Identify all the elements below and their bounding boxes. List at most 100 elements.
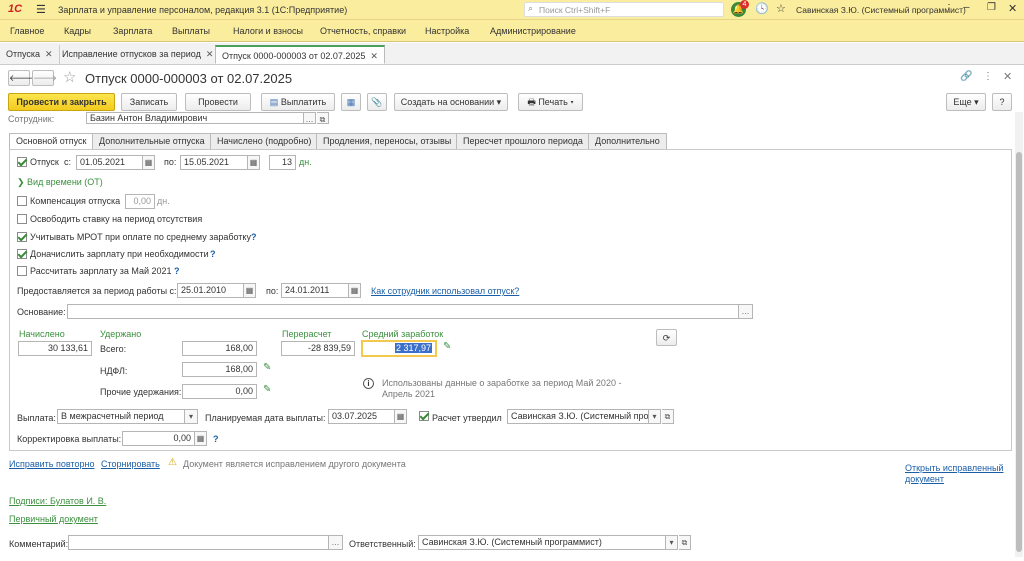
post-and-close-button[interactable]: Провести и закрыть <box>8 93 115 111</box>
edit-pencil-icon[interactable]: ✎ <box>443 341 451 352</box>
correction-help-icon[interactable]: ? <box>213 434 219 444</box>
accrue-checkbox[interactable] <box>17 249 27 259</box>
print-button[interactable]: 🖶 Печать ▾ <box>518 93 583 111</box>
close-tab-icon[interactable]: ✕ <box>370 51 378 61</box>
chevron-down-icon[interactable]: ▾ <box>185 409 198 424</box>
vacation-days-field[interactable]: 13 <box>269 155 296 170</box>
time-kind-expander[interactable]: ❯ Вид времени (ОТ) <box>17 177 103 188</box>
employee-open-icon[interactable]: ⧉ <box>317 112 329 124</box>
mrot-help-icon[interactable]: ? <box>251 232 257 242</box>
current-user[interactable]: Савинская З.Ю. (Системный программист) <box>796 5 966 15</box>
other-withholdings-value[interactable]: 0,00 <box>182 384 257 399</box>
calendar-icon[interactable]: ▦ <box>248 155 260 170</box>
pay-button[interactable]: ▤ Выплатить <box>261 93 335 111</box>
close-tab-icon[interactable]: ✕ <box>206 49 214 59</box>
main-menu-icon[interactable]: ☰ <box>36 3 46 16</box>
chevron-down-icon[interactable]: ▾ <box>649 409 661 424</box>
calendar-icon[interactable]: ▦ <box>395 409 407 424</box>
edit-pencil-icon[interactable]: ✎ <box>263 384 271 395</box>
vertical-scrollbar[interactable] <box>1015 112 1023 557</box>
minimize-icon[interactable]: – <box>964 2 970 13</box>
calendar-icon[interactable]: ▦ <box>143 155 155 170</box>
open-fixed-document-link[interactable]: Открыть исправленный документ <box>905 463 1004 485</box>
signatures-link[interactable]: Подписи: Булатов И. В. <box>9 496 106 506</box>
planned-date-field[interactable]: 03.07.2025 <box>328 409 395 424</box>
free-rate-checkbox[interactable] <box>17 214 27 224</box>
basis-field[interactable] <box>67 304 739 319</box>
average-earnings-value[interactable]: 2 317,97 <box>361 340 437 357</box>
accrue-help-icon[interactable]: ? <box>210 249 216 259</box>
tab-extensions[interactable]: Продления, переносы, отзывы <box>316 133 459 149</box>
calc-salary-help-icon[interactable]: ? <box>174 266 180 276</box>
help-button[interactable]: ? <box>992 93 1012 111</box>
journal-button[interactable]: ▦ <box>341 93 361 111</box>
employee-field[interactable]: Базин Антон Владимирович <box>86 112 304 124</box>
close-window-icon[interactable]: ✕ <box>1008 2 1017 15</box>
reverse-link[interactable]: Сторнировать <box>101 459 160 469</box>
menu-main[interactable]: Главное <box>10 26 44 36</box>
employee-select-icon[interactable]: … <box>304 112 316 124</box>
payment-correction-field[interactable]: 0,00 <box>122 431 195 446</box>
compensation-days-field[interactable]: 0,00 <box>125 194 155 209</box>
primary-document-link[interactable]: Первичный документ <box>9 514 98 524</box>
window-menu-icon[interactable]: ⋮ <box>944 3 954 14</box>
calendar-icon[interactable]: ▦ <box>244 283 256 298</box>
tab-accrued-detailed[interactable]: Начислено (подробно) <box>210 133 319 149</box>
menu-admin[interactable]: Администрирование <box>490 26 576 36</box>
tab-recalc-previous[interactable]: Пересчет прошлого периода <box>456 133 590 149</box>
vacation-to-date[interactable]: 15.05.2021 <box>180 155 248 170</box>
vacation-from-date[interactable]: 01.05.2021 <box>76 155 143 170</box>
tab-additional[interactable]: Дополнительно <box>588 133 667 149</box>
calc-approved-checkbox[interactable] <box>419 411 429 421</box>
scrollbar-thumb[interactable] <box>1016 152 1022 552</box>
menu-hr[interactable]: Кадры <box>64 26 91 36</box>
more-options-icon[interactable]: ⋮ <box>983 71 993 82</box>
work-period-from[interactable]: 25.01.2010 <box>177 283 244 298</box>
vacation-usage-link[interactable]: Как сотрудник использовал отпуск? <box>371 286 519 296</box>
favorite-star-icon[interactable]: ☆ <box>63 68 76 86</box>
work-period-to[interactable]: 24.01.2011 <box>281 283 349 298</box>
menu-salary[interactable]: Зарплата <box>113 26 152 36</box>
open-icon[interactable]: ⧉ <box>662 409 674 424</box>
tab-vacations[interactable]: Отпуска ✕ <box>0 45 60 64</box>
chevron-down-icon[interactable]: ▾ <box>666 535 678 550</box>
forward-button[interactable]: 🡒 <box>32 70 57 86</box>
save-button[interactable]: Записать <box>121 93 177 111</box>
edit-pencil-icon[interactable]: ✎ <box>263 362 271 373</box>
open-icon[interactable]: ⧉ <box>679 535 691 550</box>
comment-field[interactable] <box>68 535 329 550</box>
responsible-select[interactable]: Савинская З.Ю. (Системный программист) <box>418 535 666 550</box>
comment-expand-icon[interactable]: … <box>329 535 343 550</box>
close-form-icon[interactable]: ✕ <box>1003 70 1012 83</box>
attach-button[interactable]: 📎 <box>367 93 387 111</box>
ndfl-value[interactable]: 168,00 <box>182 362 257 377</box>
calculator-icon[interactable]: ▦ <box>195 431 207 446</box>
close-tab-icon[interactable]: ✕ <box>45 49 53 59</box>
approved-by-select[interactable]: Савинская З.Ю. (Системный прог <box>507 409 649 424</box>
refresh-button[interactable]: ⟳ <box>656 329 677 346</box>
tab-main-vacation[interactable]: Основной отпуск <box>9 133 94 150</box>
post-button[interactable]: Провести <box>185 93 251 111</box>
calendar-icon[interactable]: ▦ <box>349 283 361 298</box>
basis-select-icon[interactable]: … <box>739 304 753 319</box>
compensation-checkbox[interactable] <box>17 196 27 206</box>
back-button[interactable]: 🡐 <box>8 70 33 86</box>
link-icon[interactable]: 🔗 <box>960 71 972 82</box>
history-icon[interactable]: 🕓 <box>755 2 769 15</box>
calc-salary-checkbox[interactable] <box>17 266 27 276</box>
menu-reports[interactable]: Отчетность, справки <box>320 26 406 36</box>
payment-type-select[interactable]: В межрасчетный период <box>57 409 185 424</box>
menu-taxes[interactable]: Налоги и взносы <box>233 26 303 36</box>
create-based-button[interactable]: Создать на основании ▾ <box>394 93 508 111</box>
menu-settings[interactable]: Настройка <box>425 26 469 36</box>
mrot-checkbox[interactable] <box>17 232 27 242</box>
tab-vacation-corrections[interactable]: Исправление отпусков за период ✕ <box>56 45 221 64</box>
global-search[interactable]: ⌕ Поиск Ctrl+Shift+F <box>524 2 724 17</box>
tab-additional-vacations[interactable]: Дополнительные отпуска <box>92 133 212 149</box>
more-button[interactable]: Еще ▾ <box>946 93 986 111</box>
favorites-icon[interactable]: ☆ <box>776 2 786 15</box>
menu-payments[interactable]: Выплаты <box>172 26 210 36</box>
tab-current-document[interactable]: Отпуск 0000-000003 от 02.07.2025 ✕ <box>215 45 385 64</box>
fix-again-link[interactable]: Исправить повторно <box>9 459 94 469</box>
vacation-checkbox[interactable] <box>17 157 27 167</box>
